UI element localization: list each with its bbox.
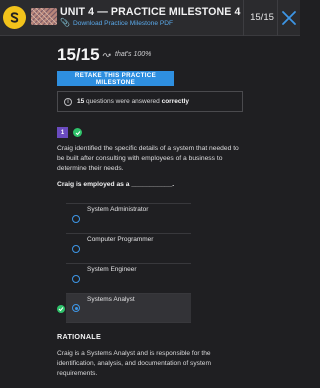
correct-count: 15	[77, 98, 85, 105]
score-note: that's 100%	[102, 51, 151, 58]
results-text: 15 questions were answered correctly	[77, 98, 189, 105]
milestone-title: UNIT 4 — PRACTICE MILESTONE 4	[60, 6, 241, 18]
unit-thumbnail	[31, 8, 57, 25]
download-pdf-label: Download Practice Milestone PDF	[72, 19, 174, 27]
score-note-text: that's 100%	[115, 51, 152, 58]
paperclip-icon: 📎	[60, 18, 70, 27]
question-counter: 15/15	[250, 12, 274, 23]
radio-button[interactable]	[72, 214, 80, 223]
answer-label: System Engineer	[87, 266, 137, 273]
question-prompt: Craig is employed as a ___________.	[57, 181, 175, 188]
top-bar: UNIT 4 — PRACTICE MILESTONE 4 📎 Download…	[0, 0, 300, 36]
results-label: questions were answered	[86, 98, 160, 105]
radio-button[interactable]	[72, 274, 80, 283]
correct-check-icon	[73, 128, 82, 137]
retake-milestone-button[interactable]: RETAKE THIS PRACTICE MILESTONE	[57, 71, 174, 86]
question-text: Craig identified the specific details of…	[57, 145, 239, 172]
radio-button[interactable]	[72, 244, 80, 253]
answer-option[interactable]: Computer Programmer	[66, 233, 191, 263]
score-value: 15/15	[57, 45, 100, 64]
logo-s-icon	[10, 12, 19, 23]
pattern-image	[31, 8, 57, 25]
divider	[277, 0, 278, 36]
answer-label: Systems Analyst	[87, 295, 135, 303]
answer-option-selected[interactable]: Systems Analyst	[66, 293, 191, 323]
close-icon[interactable]	[280, 9, 298, 27]
rationale-heading: RATIONALE	[57, 332, 102, 341]
results-status: correctly	[161, 98, 190, 105]
answer-option[interactable]: System Administrator	[66, 203, 191, 233]
answer-list: System Administrator Computer Programmer…	[66, 203, 191, 323]
download-pdf-link[interactable]: 📎 Download Practice Milestone PDF	[60, 19, 173, 27]
rationale-text: Craig is a Systems Analyst and is respon…	[57, 350, 211, 377]
squiggle-arrow-icon	[102, 52, 111, 57]
divider	[243, 0, 244, 36]
results-summary: i 15 questions were answered correctly	[57, 91, 243, 112]
answer-option[interactable]: System Engineer	[66, 263, 191, 293]
answer-label: Computer Programmer	[87, 236, 154, 243]
radio-button-selected[interactable]	[72, 304, 80, 312]
answer-label: System Administrator	[87, 206, 149, 213]
sophia-logo[interactable]	[3, 6, 26, 29]
info-icon: i	[64, 97, 72, 106]
correct-answer-check-icon	[57, 305, 65, 313]
question-number-badge[interactable]: 1	[57, 127, 68, 138]
